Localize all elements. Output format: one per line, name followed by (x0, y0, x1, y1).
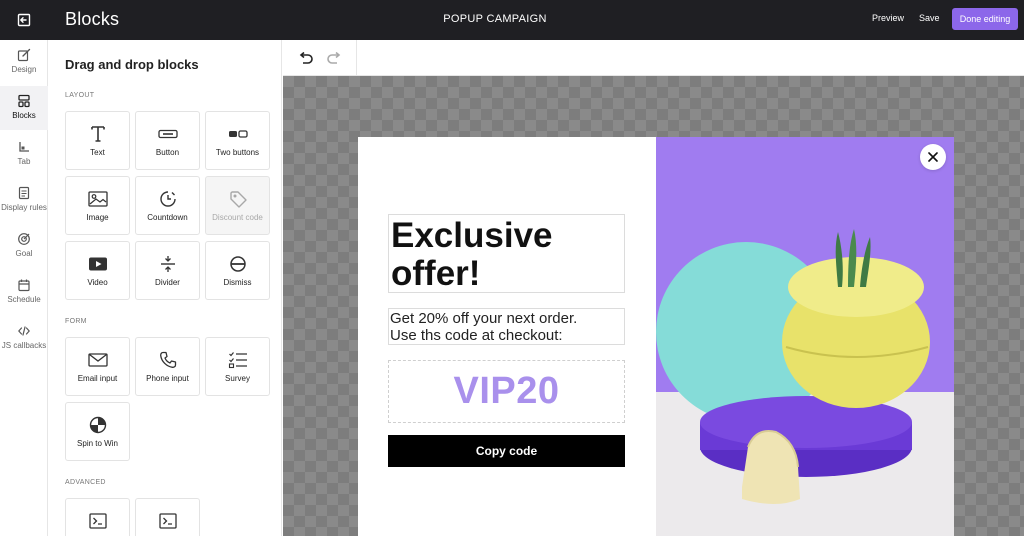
block-advanced-2[interactable] (135, 498, 200, 536)
block-email-input[interactable]: Email input (65, 337, 130, 396)
popup-headline: Exclusive offer! (391, 216, 553, 293)
checklist-icon (228, 350, 248, 370)
tile-label: Two buttons (215, 148, 260, 157)
tile-label: Button (155, 148, 180, 157)
popup-body-text: Get 20% off your next order. Use ths cod… (390, 310, 578, 344)
target-icon (16, 231, 32, 247)
done-editing-button[interactable]: Done editing (952, 8, 1018, 30)
block-image[interactable]: Image (65, 176, 130, 235)
rail-label: Design (11, 65, 37, 74)
tile-label: Text (90, 148, 105, 157)
close-icon (928, 152, 938, 162)
left-rail: Design Blocks Tab Display rules Goal Sch… (0, 40, 48, 536)
block-text[interactable]: Text (65, 111, 130, 170)
rail-label: Display rules (1, 203, 47, 212)
rail-item-tab[interactable]: Tab (0, 132, 48, 176)
campaign-title: POPUP CAMPAIGN (443, 13, 547, 25)
rail-label: Blocks (12, 111, 36, 120)
toolbar-divider (356, 40, 357, 76)
popup-image[interactable] (656, 137, 954, 536)
pen-ruler-icon (16, 47, 32, 63)
section-label-layout: LAYOUT (65, 92, 95, 99)
body-text-block[interactable]: Get 20% off your next order. Use ths cod… (388, 308, 625, 345)
rail-label: Goal (15, 249, 33, 258)
popup-content: Exclusive offer! Get 20% off your next o… (358, 137, 656, 536)
panel-title: Drag and drop blocks (65, 57, 199, 72)
rail-item-blocks[interactable]: Blocks (0, 86, 48, 130)
canvas-toolbar (283, 40, 1024, 76)
rail-item-goal[interactable]: Goal (0, 224, 48, 268)
rail-item-schedule[interactable]: Schedule (0, 270, 48, 314)
calendar-icon (16, 277, 32, 293)
block-advanced-1[interactable] (65, 498, 130, 536)
button-icon (157, 124, 178, 144)
undo-button[interactable] (296, 49, 316, 67)
tile-label: Divider (155, 278, 180, 287)
video-icon (88, 254, 108, 274)
tile-label: Spin to Win (77, 439, 118, 448)
discount-code: VIP20 (453, 370, 560, 412)
preview-button[interactable]: Preview (872, 13, 904, 23)
terminal-icon (88, 511, 107, 531)
tile-label: Image (86, 213, 109, 222)
blocks-panel: Drag and drop blocks LAYOUT Text Button … (49, 40, 282, 536)
wheel-icon (89, 415, 107, 435)
block-video[interactable]: Video (65, 241, 130, 300)
tile-label: Phone input (146, 374, 189, 383)
discount-code-block[interactable]: VIP20 (388, 360, 625, 423)
product-photo (656, 137, 954, 536)
tile-label: Survey (225, 374, 250, 383)
rail-item-display-rules[interactable]: Display rules (0, 178, 48, 222)
redo-icon (327, 52, 341, 64)
top-bar: Blocks POPUP CAMPAIGN Preview Save Done … (0, 0, 1024, 40)
rail-label: Tab (17, 157, 31, 166)
block-countdown[interactable]: Countdown (135, 176, 200, 235)
section-label-advanced: ADVANCED (65, 479, 106, 486)
tile-label: Email input (77, 374, 118, 383)
rail-label: Schedule (7, 295, 41, 304)
envelope-icon (87, 350, 108, 370)
undo-icon (299, 52, 313, 64)
text-icon (90, 124, 106, 144)
block-button[interactable]: Button (135, 111, 200, 170)
block-phone-input[interactable]: Phone input (135, 337, 200, 396)
countdown-icon (159, 189, 177, 209)
phone-icon (159, 350, 177, 370)
code-icon (16, 323, 32, 339)
terminal-icon (158, 511, 177, 531)
redo-button[interactable] (324, 49, 344, 67)
block-discount-code[interactable]: Discount code (205, 176, 270, 235)
block-dismiss[interactable]: Dismiss (205, 241, 270, 300)
tile-label: Discount code (212, 213, 263, 222)
save-button[interactable]: Save (919, 13, 940, 23)
tile-label: Video (87, 278, 108, 287)
rail-item-design[interactable]: Design (0, 40, 48, 84)
dismiss-icon (229, 254, 247, 274)
tile-label: Countdown (147, 213, 188, 222)
close-popup-button[interactable] (920, 144, 946, 170)
popup-preview: Exclusive offer! Get 20% off your next o… (358, 137, 954, 536)
tag-icon (229, 189, 247, 209)
rail-item-js-callbacks[interactable]: JS callbacks (0, 316, 48, 360)
two-buttons-icon (228, 124, 248, 144)
image-icon (87, 189, 108, 209)
block-two-buttons[interactable]: Two buttons (205, 111, 270, 170)
block-spin-to-win[interactable]: Spin to Win (65, 402, 130, 461)
block-divider[interactable]: Divider (135, 241, 200, 300)
rail-label: JS callbacks (1, 341, 47, 350)
section-label-form: FORM (65, 318, 87, 325)
tile-label: Dismiss (223, 278, 252, 287)
copy-code-button[interactable]: Copy code (388, 435, 625, 467)
headline-block[interactable]: Exclusive offer! (388, 214, 625, 293)
blocks-icon (16, 93, 32, 109)
document-list-icon (16, 185, 32, 201)
tab-icon (16, 139, 32, 155)
divider-icon (159, 254, 177, 274)
block-survey[interactable]: Survey (205, 337, 270, 396)
